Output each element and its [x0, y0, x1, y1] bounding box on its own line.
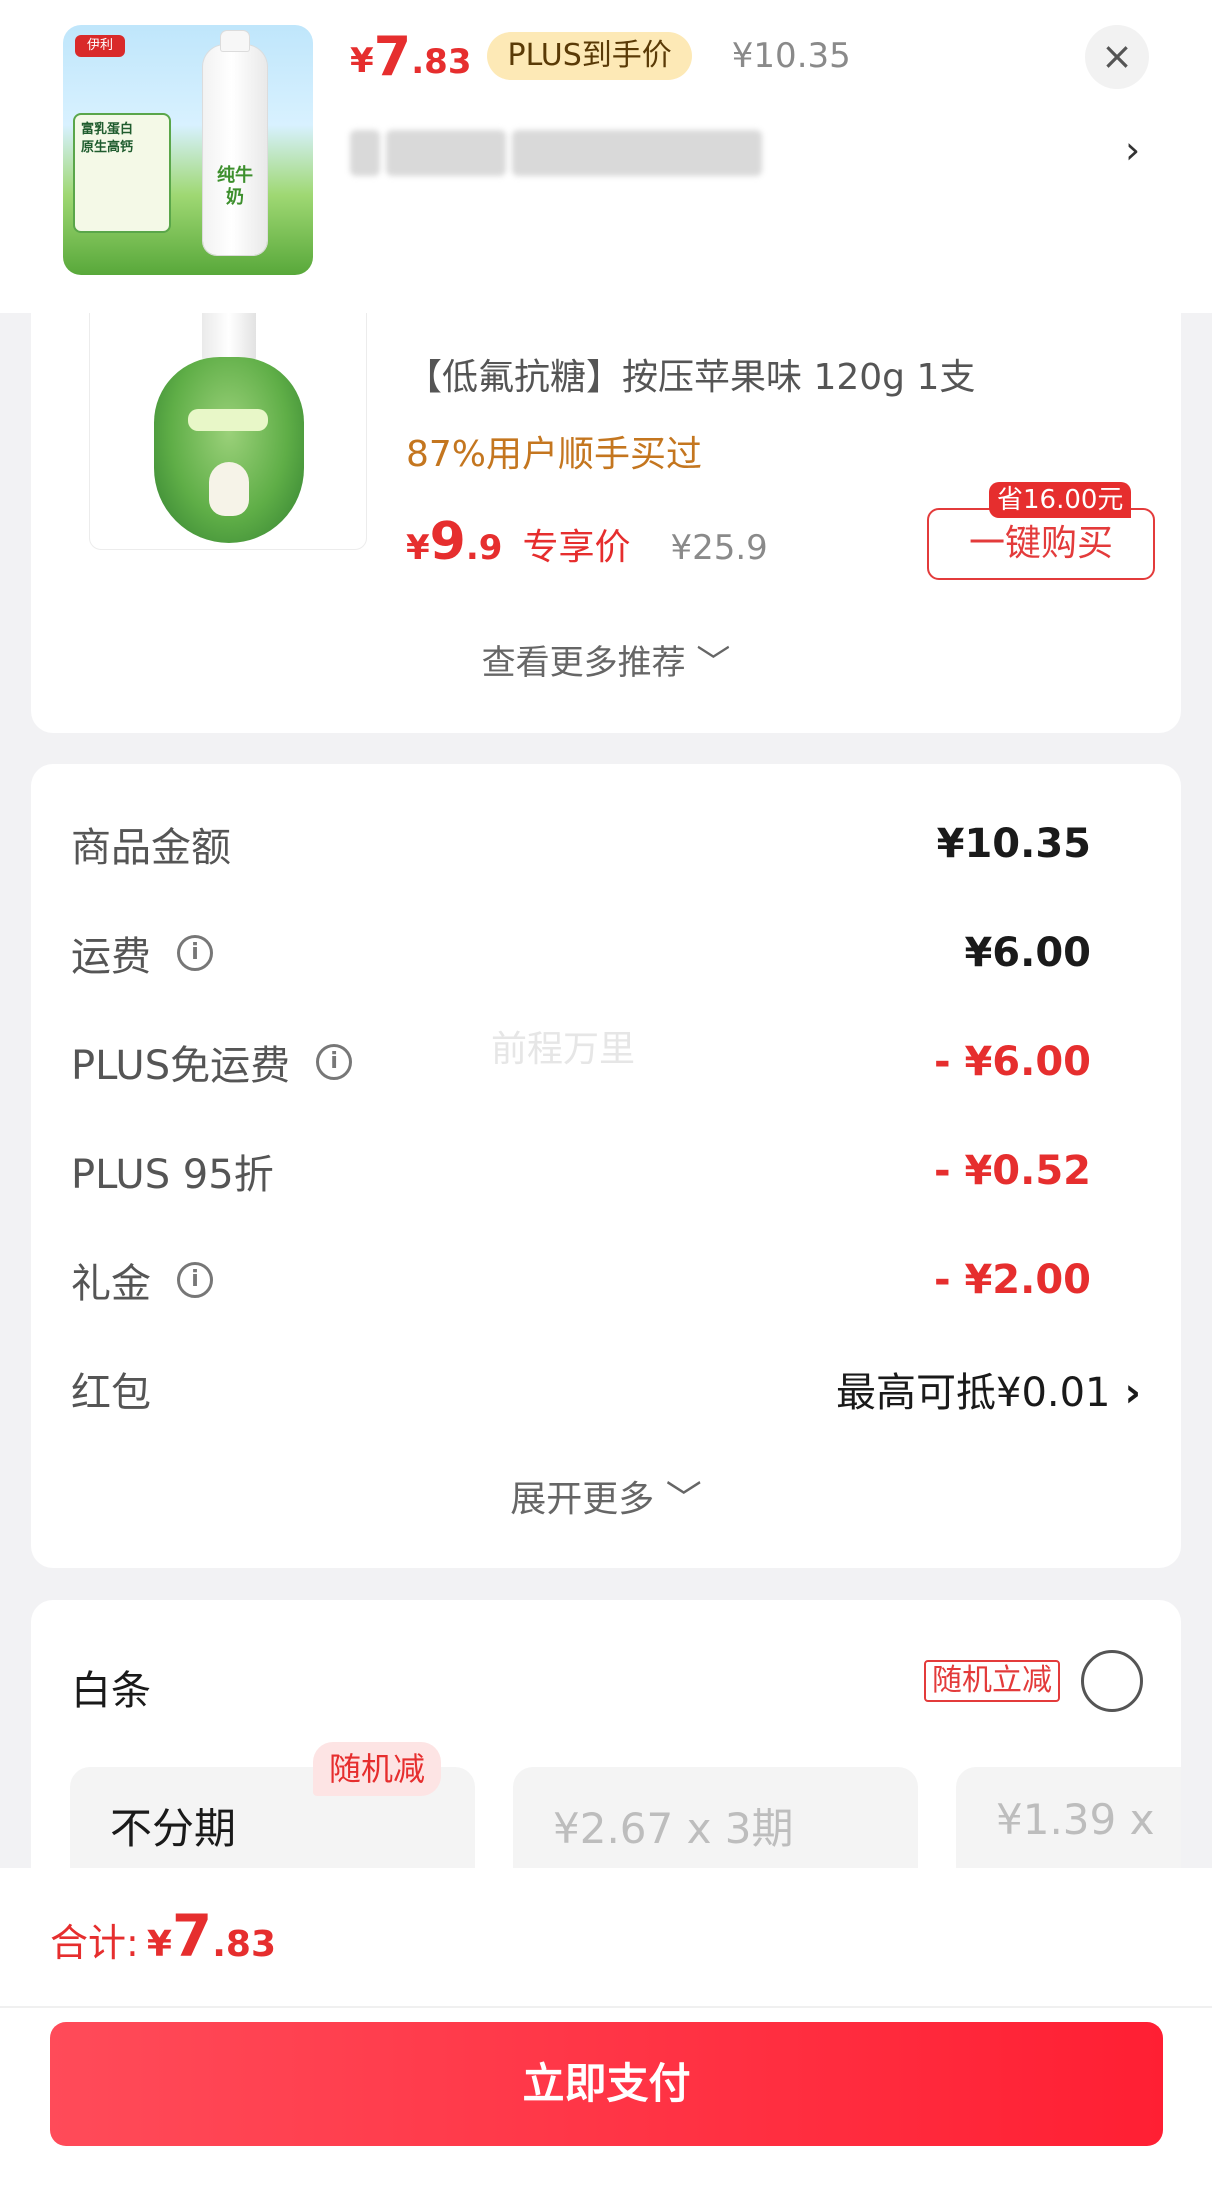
close-icon[interactable]: × [1085, 25, 1149, 89]
recommend-price: ¥ 9 .9 专享价 ¥25.9 [406, 512, 768, 572]
milk-bottle-image: 纯牛奶 [203, 31, 267, 255]
toothpaste-tube [154, 357, 304, 543]
fee-value: ¥10.35 [936, 821, 1091, 867]
recommend-bought-rate: 87%用户顺手买过 [406, 434, 703, 475]
bunny-graphic [209, 462, 249, 516]
fee-label: PLUS免运费 [71, 1043, 291, 1089]
price-decimal: .83 [411, 42, 472, 82]
fee-label: 礼金 [71, 1261, 151, 1307]
one-click-buy-button[interactable]: 一键购买 [927, 508, 1155, 580]
price-integer: 7 [373, 24, 412, 88]
info-icon[interactable]: i [316, 1044, 353, 1080]
price-integer: 7 [171, 1902, 213, 1970]
watermark: 前程万里 [491, 1029, 636, 1070]
blurred-spec-selector[interactable] [350, 125, 770, 181]
expand-more-link[interactable]: 展开更多 ﹀ [31, 1470, 1181, 1522]
thumbnail-promo-line: 原生高钙 [81, 140, 134, 155]
blurred-text [512, 130, 762, 176]
header-price: ¥ 7 .83 PLUS到手价 ¥10.35 [350, 24, 851, 88]
info-icon[interactable]: i [177, 935, 213, 971]
fee-row: 商品金额 ¥10.35 [71, 809, 1141, 879]
fee-value: - ¥2.00 [933, 1257, 1091, 1303]
brand-logo: 伊利 [75, 35, 125, 57]
checkout-bar: 合计: ¥ 7 .83 立即支付 [0, 1868, 1212, 2185]
baitiao-radio[interactable] [1081, 1650, 1143, 1712]
fee-row: PLUS 95折 - ¥0.52 [71, 1136, 1141, 1206]
baitiao-card: 白条 随机立减 不分期 ¥2.67 x 3期 ¥1.39 x [31, 1600, 1181, 1900]
fee-summary-card: 商品金额 ¥10.35 运费 i ¥6.00 PLUS免运费 i - ¥6.00 PLUS 95… [31, 764, 1181, 1568]
chevron-right-icon[interactable]: › [1125, 1370, 1141, 1416]
blurred-text [386, 130, 506, 176]
blurred-text [350, 130, 380, 176]
save-amount-badge: 省16.00元 [989, 482, 1132, 518]
recommend-product-image[interactable] [89, 288, 367, 550]
price-currency: ¥ [406, 528, 430, 568]
fee-label: 运费 [71, 934, 151, 980]
pay-now-button[interactable]: 立即支付 [50, 2022, 1163, 2146]
exclusive-price-label: 专享价 [522, 527, 631, 568]
plus-price-badge: PLUS到手价 [487, 32, 692, 80]
tube-tag [188, 409, 268, 431]
fee-row: 礼金 i - ¥2.00 [71, 1245, 1141, 1315]
hongbao-value: 最高可抵¥0.01 [836, 1370, 1111, 1416]
plan-label: 不分期 [110, 1804, 237, 1853]
original-price: ¥10.35 [731, 36, 851, 76]
fee-value: - ¥6.00 [933, 1039, 1091, 1085]
original-price: ¥25.9 [670, 528, 768, 568]
divider [0, 2006, 1212, 2008]
product-header: 伊利 富乳蛋白 原生高钙 纯牛奶 ¥ 7 .83 PLUS到手价 ¥10.35 … [0, 0, 1212, 313]
fee-label: 商品金额 [71, 825, 231, 871]
plan-label: ¥1.39 x [996, 1795, 1155, 1844]
plan-label: ¥2.67 x 3期 [553, 1804, 794, 1853]
recommend-card: 【低氟抗糖】按压苹果味 120g 1支 87%用户顺手买过 ¥ 9 .9 专享价… [31, 260, 1181, 733]
total-label: 合计: [50, 1921, 139, 1965]
price-decimal: .9 [465, 528, 503, 568]
bottle-label: 纯牛奶 [217, 165, 253, 208]
thumbnail-promo-line: 富乳蛋白 [81, 122, 134, 137]
fee-row: 运费 i ¥6.00 [71, 918, 1141, 988]
total-amount: 合计: ¥ 7 .83 [50, 1902, 276, 1970]
product-thumbnail[interactable]: 伊利 富乳蛋白 原生高钙 纯牛奶 [63, 25, 313, 275]
fee-value: - ¥0.52 [933, 1148, 1091, 1194]
fee-row-hongbao[interactable]: 红包 最高可抵¥0.01 › [71, 1354, 1141, 1424]
fee-label: 红包 [71, 1370, 151, 1416]
fee-value: ¥6.00 [964, 930, 1091, 976]
fee-value: 最高可抵¥0.01 › [836, 1360, 1141, 1418]
recommend-spec: 【低氟抗糖】按压苹果味 120g 1支 [406, 357, 976, 398]
random-discount-tag: 随机立减 [924, 1660, 1060, 1702]
fee-label: PLUS 95折 [71, 1152, 274, 1198]
price-integer: 9 [429, 512, 466, 572]
thumbnail-promo-card: 富乳蛋白 原生高钙 [73, 113, 171, 233]
price-currency: ¥ [350, 41, 374, 81]
price-currency: ¥ [146, 1924, 172, 1965]
chevron-right-icon[interactable]: › [1125, 128, 1140, 172]
more-recommendations-link[interactable]: 查看更多推荐 ﹀ [31, 635, 1181, 684]
random-reduce-badge: 随机减 [313, 1742, 442, 1796]
price-decimal: .83 [212, 1924, 277, 1965]
baitiao-title: 白条 [71, 1668, 151, 1714]
info-icon[interactable]: i [177, 1262, 213, 1298]
